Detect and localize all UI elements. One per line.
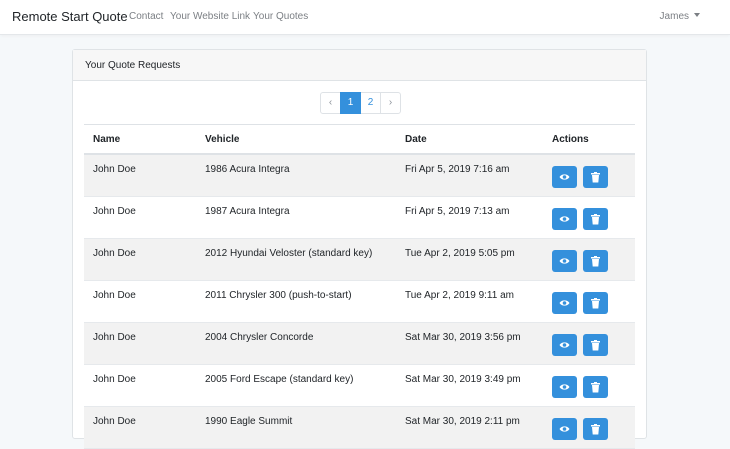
cell-name: John Doe	[93, 416, 136, 427]
cell-name: John Doe	[93, 374, 136, 385]
cell-vehicle: 1986 Acura Integra	[205, 164, 290, 175]
user-name: James	[659, 11, 689, 22]
eye-icon	[559, 174, 570, 180]
cell-vehicle: 2012 Hyundai Veloster (standard key)	[205, 248, 373, 259]
row-actions	[552, 250, 614, 272]
eye-icon	[559, 426, 570, 432]
card-title: Your Quote Requests	[85, 60, 181, 71]
cell-vehicle: 1987 Acura Integra	[205, 206, 290, 217]
quotes-card: Your Quote Requests ‹ 1 2 › Name Vehicle…	[72, 49, 647, 449]
cell-name: John Doe	[93, 164, 136, 175]
delete-button[interactable]	[583, 292, 608, 314]
pagination: ‹ 1 2 ›	[320, 92, 401, 114]
table-row: John Doe 2012 Hyundai Veloster (standard…	[84, 239, 635, 281]
trash-icon	[591, 382, 600, 393]
row-actions	[552, 334, 614, 356]
trash-icon	[591, 256, 600, 267]
header-actions: Actions	[552, 134, 589, 145]
pagination-next[interactable]: ›	[380, 92, 401, 114]
cell-date: Sat Mar 30, 2019 2:11 pm	[405, 416, 520, 427]
table-row: John Doe 1987 Acura Integra Fri Apr 5, 2…	[84, 197, 635, 239]
header-name: Name	[93, 134, 121, 145]
view-button[interactable]	[552, 376, 577, 398]
table-row: John Doe 1990 Eagle Summit Sat Mar 30, 2…	[84, 407, 635, 449]
trash-icon	[591, 298, 600, 309]
eye-icon	[559, 258, 570, 264]
view-button[interactable]	[552, 208, 577, 230]
delete-button[interactable]	[583, 376, 608, 398]
delete-button[interactable]	[583, 250, 608, 272]
table-row: John Doe 1986 Acura Integra Fri Apr 5, 2…	[84, 155, 635, 197]
trash-icon	[591, 214, 600, 225]
table-row: John Doe 2004 Chrysler Concorde Sat Mar …	[84, 323, 635, 365]
view-button[interactable]	[552, 166, 577, 188]
navbar: Remote Start Quote Contact Your Website …	[0, 0, 730, 35]
row-actions	[552, 166, 614, 188]
delete-button[interactable]	[583, 418, 608, 440]
table-header: Name Vehicle Date Actions	[84, 124, 635, 155]
delete-button[interactable]	[583, 166, 608, 188]
trash-icon	[591, 340, 600, 351]
cell-date: Sat Mar 30, 2019 3:49 pm	[405, 374, 521, 385]
row-actions	[552, 208, 614, 230]
view-button[interactable]	[552, 250, 577, 272]
view-button[interactable]	[552, 292, 577, 314]
view-button[interactable]	[552, 418, 577, 440]
table-body: John Doe 1986 Acura Integra Fri Apr 5, 2…	[84, 155, 635, 449]
cell-name: John Doe	[93, 332, 136, 343]
trash-icon	[591, 172, 600, 183]
delete-button[interactable]	[583, 334, 608, 356]
nav-link-contact[interactable]: Contact	[129, 11, 163, 22]
eye-icon	[559, 384, 570, 390]
header-vehicle: Vehicle	[205, 134, 240, 145]
row-actions	[552, 376, 614, 398]
cell-vehicle: 2005 Ford Escape (standard key)	[205, 374, 354, 385]
cell-vehicle: 2011 Chrysler 300 (push-to-start)	[205, 290, 352, 301]
nav-link-website[interactable]: Your Website Link	[170, 11, 250, 22]
nav-link-quotes[interactable]: Your Quotes	[253, 11, 308, 22]
cell-date: Tue Apr 2, 2019 9:11 am	[405, 290, 514, 301]
cell-name: John Doe	[93, 290, 136, 301]
pagination-prev[interactable]: ‹	[320, 92, 341, 114]
user-menu[interactable]: James	[660, 11, 700, 22]
cell-name: John Doe	[93, 206, 136, 217]
eye-icon	[559, 342, 570, 348]
card-header: Your Quote Requests	[73, 50, 646, 81]
header-date: Date	[405, 134, 427, 145]
cell-date: Tue Apr 2, 2019 5:05 pm	[405, 248, 515, 259]
cell-date: Fri Apr 5, 2019 7:13 am	[405, 206, 510, 217]
cell-vehicle: 1990 Eagle Summit	[205, 416, 293, 427]
cell-date: Sat Mar 30, 2019 3:56 pm	[405, 332, 521, 343]
cell-vehicle: 2004 Chrysler Concorde	[205, 332, 314, 343]
table-row: John Doe 2005 Ford Escape (standard key)…	[84, 365, 635, 407]
chevron-down-icon	[694, 13, 700, 17]
row-actions	[552, 292, 614, 314]
eye-icon	[559, 300, 570, 306]
brand-logo[interactable]: Remote Start Quote	[12, 9, 128, 24]
view-button[interactable]	[552, 334, 577, 356]
eye-icon	[559, 216, 570, 222]
row-actions	[552, 418, 614, 440]
pagination-page-1[interactable]: 1	[340, 92, 361, 114]
cell-name: John Doe	[93, 248, 136, 259]
trash-icon	[591, 424, 600, 435]
cell-date: Fri Apr 5, 2019 7:16 am	[405, 164, 510, 175]
pagination-page-2[interactable]: 2	[360, 92, 381, 114]
delete-button[interactable]	[583, 208, 608, 230]
table-row: John Doe 2011 Chrysler 300 (push-to-star…	[84, 281, 635, 323]
quotes-table: Name Vehicle Date Actions John Doe 1986 …	[84, 124, 635, 449]
